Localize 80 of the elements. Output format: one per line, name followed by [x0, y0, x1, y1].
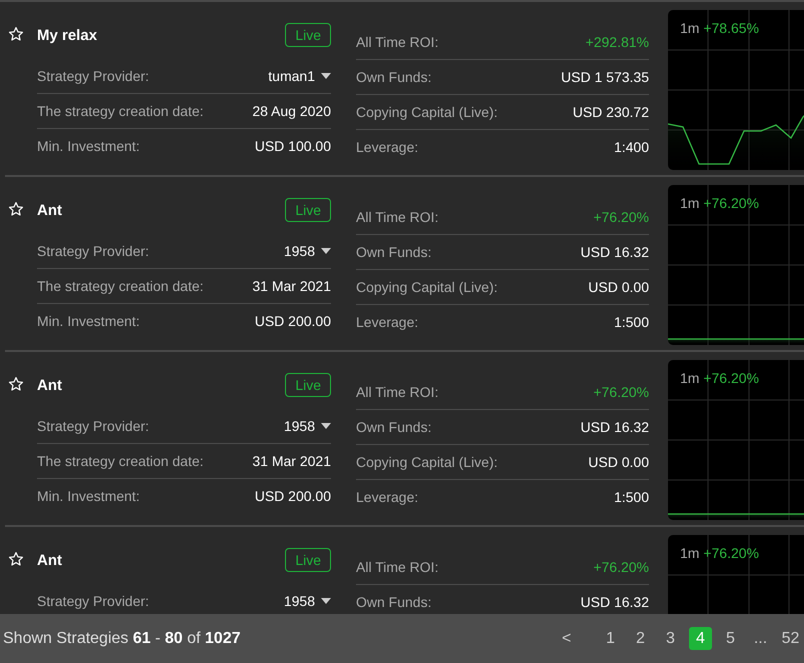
- field-value: 1:500: [614, 314, 649, 330]
- field-label: Leverage:: [356, 139, 418, 155]
- previous-page-button[interactable]: <: [555, 627, 578, 650]
- strategy-name[interactable]: Ant: [37, 376, 62, 394]
- page-button[interactable]: 2: [629, 627, 652, 650]
- roi-value: +76.20%: [593, 559, 649, 575]
- page-button[interactable]: 5: [719, 627, 742, 650]
- field-label: Min. Investment:: [37, 313, 140, 329]
- chart-period: 1m: [680, 195, 700, 211]
- field-value: USD 200.00: [254, 488, 331, 504]
- status-badge: Live: [285, 548, 331, 572]
- page-button[interactable]: ...: [749, 627, 772, 650]
- strategy-name[interactable]: Ant: [37, 202, 62, 218]
- chart-period: 1m: [680, 370, 700, 386]
- roi-value: +76.20%: [593, 209, 649, 225]
- status-badge: Live: [285, 198, 331, 222]
- field-label: All Time ROI:: [356, 34, 438, 50]
- roi-value: +76.20%: [593, 384, 649, 400]
- field-label: Own Funds:: [356, 69, 432, 85]
- provider-name[interactable]: 1958: [284, 243, 315, 259]
- field-value: USD 16.32: [580, 419, 649, 435]
- field-label: Leverage:: [356, 314, 418, 330]
- field-label: All Time ROI:: [356, 559, 438, 575]
- field-label: The strategy creation date:: [37, 103, 204, 119]
- field-value: USD 200.00: [254, 313, 331, 329]
- chart-period: 1m: [680, 20, 700, 36]
- field-label: Min. Investment:: [37, 488, 140, 504]
- chart-change: +78.65%: [703, 20, 760, 36]
- provider-name[interactable]: tuman1: [268, 68, 315, 84]
- page-button[interactable]: 3: [659, 627, 682, 650]
- star-icon[interactable]: [8, 201, 24, 217]
- field-label: Copying Capital (Live):: [356, 279, 498, 295]
- field-label: Strategy Provider:: [37, 243, 150, 259]
- field-value: 1:500: [614, 489, 649, 505]
- shown-strategies-summary: Shown Strategies 61 - 80 of 1027: [3, 630, 240, 648]
- chart-period: 1m: [680, 545, 700, 561]
- star-icon[interactable]: [8, 376, 24, 392]
- caret-icon[interactable]: [321, 423, 331, 429]
- chart-change: +76.20%: [703, 545, 760, 561]
- star-icon[interactable]: [8, 26, 24, 42]
- field-value: 31 Mar 2021: [252, 453, 331, 469]
- status-badge: Live: [285, 23, 331, 47]
- field-value: USD 0.00: [588, 279, 649, 295]
- field-label: Copying Capital (Live):: [356, 104, 498, 120]
- field-label: Own Funds:: [356, 419, 432, 435]
- field-label: The strategy creation date:: [37, 278, 204, 294]
- field-value: USD 230.72: [572, 104, 649, 120]
- provider-name[interactable]: 1958: [284, 593, 315, 609]
- roi-value: +292.81%: [586, 34, 649, 50]
- star-icon[interactable]: [8, 551, 24, 567]
- page-button[interactable]: 1: [599, 627, 622, 650]
- field-label: Copying Capital (Live):: [356, 454, 498, 470]
- field-label: The strategy creation date:: [37, 453, 204, 469]
- caret-icon[interactable]: [321, 73, 331, 79]
- field-label: Own Funds:: [356, 594, 432, 610]
- field-label: Own Funds:: [356, 244, 432, 260]
- field-label: All Time ROI:: [356, 384, 438, 400]
- field-value: 1:400: [614, 139, 649, 155]
- field-value: USD 100.00: [254, 138, 331, 154]
- field-label: Min. Investment:: [37, 138, 140, 154]
- field-label: Strategy Provider:: [37, 68, 150, 84]
- provider-name[interactable]: 1958: [284, 418, 315, 434]
- page-button[interactable]: 52: [779, 627, 802, 650]
- caret-icon[interactable]: [321, 598, 331, 604]
- status-badge: Live: [285, 373, 331, 397]
- chart-change: +76.20%: [703, 370, 760, 386]
- field-label: Leverage:: [356, 489, 418, 505]
- strategy-name[interactable]: Ant: [37, 552, 62, 568]
- field-value: 31 Mar 2021: [252, 278, 331, 294]
- strategy-name[interactable]: My relax: [37, 26, 98, 44]
- field-value: USD 1 573.35: [561, 69, 649, 85]
- field-value: USD 16.32: [580, 594, 649, 610]
- caret-icon[interactable]: [321, 248, 331, 254]
- field-label: Strategy Provider:: [37, 418, 150, 434]
- field-value: USD 16.32: [580, 244, 649, 260]
- field-label: All Time ROI:: [356, 209, 438, 225]
- chart-change: +76.20%: [703, 195, 760, 211]
- field-label: Strategy Provider:: [37, 593, 150, 609]
- field-value: USD 0.00: [588, 454, 649, 470]
- field-value: 28 Aug 2020: [252, 103, 331, 119]
